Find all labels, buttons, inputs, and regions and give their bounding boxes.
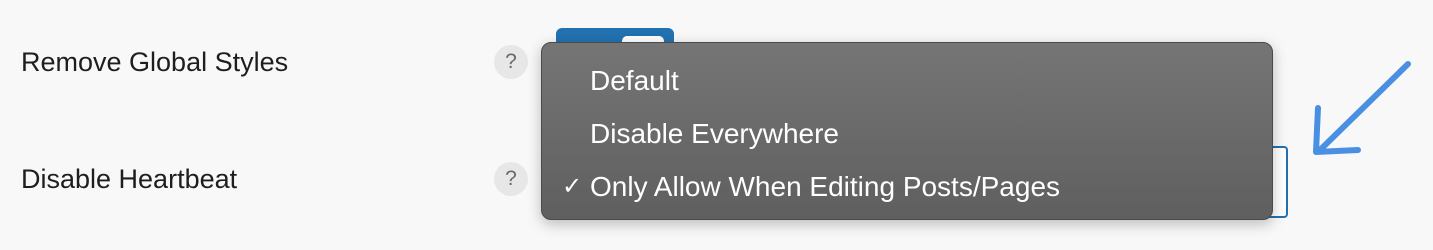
checkmark-icon: ✓ [562, 173, 583, 200]
dropdown-option-label: Only Allow When Editing Posts/Pages [590, 171, 1061, 202]
help-icon[interactable]: ? [494, 162, 528, 196]
heartbeat-dropdown-menu: Default Disable Everywhere ✓ Only Allow … [541, 42, 1273, 220]
disable-heartbeat-label: Disable Heartbeat [21, 164, 238, 194]
arrow-annotation-icon [1313, 61, 1411, 155]
dropdown-option-default[interactable]: Default [590, 64, 679, 98]
dropdown-option-disable-everywhere[interactable]: Disable Everywhere [590, 117, 839, 151]
help-icon[interactable]: ? [494, 45, 528, 79]
remove-global-styles-label: Remove Global Styles [21, 47, 289, 77]
dropdown-option-only-allow-editing[interactable]: ✓ Only Allow When Editing Posts/Pages [562, 170, 1061, 204]
